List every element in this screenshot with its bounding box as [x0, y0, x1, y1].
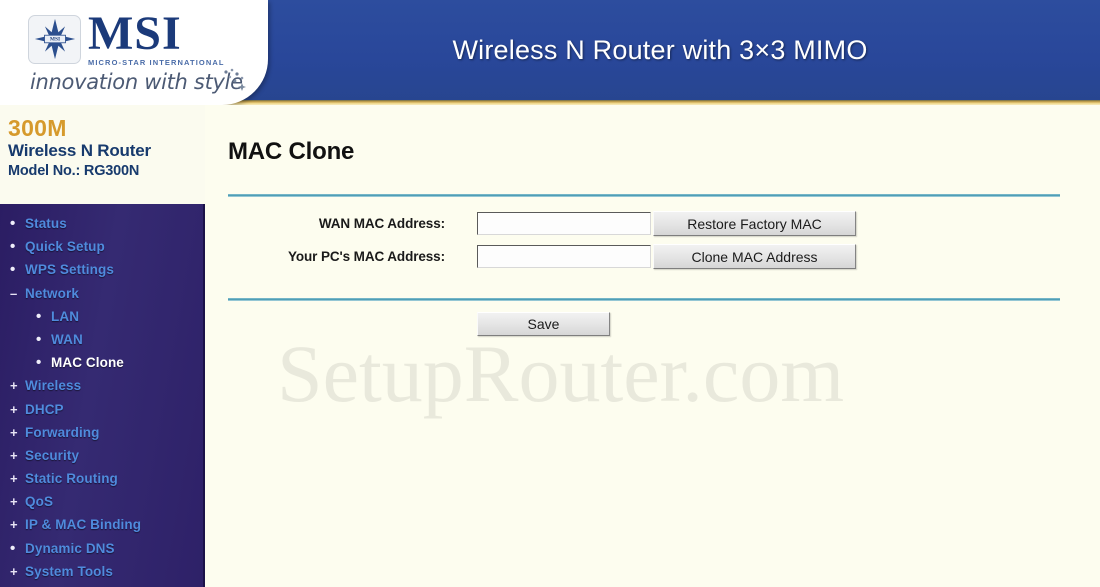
divider-top — [228, 194, 1060, 197]
sidebar-item-dynamic-dns[interactable]: • Dynamic DNS — [0, 541, 203, 564]
pc-mac-address-input[interactable] — [477, 245, 651, 268]
plus-marker-icon: + — [10, 401, 18, 417]
sidebar-item-label: Security — [25, 447, 80, 463]
sidebar: 300M Wireless N Router Model No.: RG300N… — [0, 105, 205, 587]
msi-star-shape-icon: MSI — [34, 19, 75, 60]
sidebar-item-lan[interactable]: • LAN — [0, 309, 203, 332]
dot-marker-icon: • — [10, 261, 16, 279]
sidebar-item-label: WPS Settings — [25, 262, 114, 278]
sidebar-item-label: DHCP — [25, 401, 64, 417]
sidebar-item-security[interactable]: + Security — [0, 448, 203, 471]
divider-bottom — [228, 298, 1060, 301]
clone-mac-address-button[interactable]: Clone MAC Address — [653, 244, 856, 269]
sidebar-item-label: QoS — [25, 494, 54, 510]
plus-marker-icon: + — [10, 378, 18, 394]
restore-factory-mac-button[interactable]: Restore Factory MAC — [653, 211, 856, 236]
sidebar-item-qos[interactable]: + QoS — [0, 494, 203, 517]
msi-tagline: innovation with style — [30, 70, 243, 94]
brand-logo-panel: MSI MSI MICRO-STAR INTERNATIONAL innovat… — [0, 0, 268, 105]
sidebar-item-wireless[interactable]: + Wireless — [0, 378, 203, 401]
sidebar-item-label: Dynamic DNS — [25, 540, 115, 556]
field-label: Your PC's MAC Address: — [287, 249, 445, 264]
msi-wordmark: MSI MICRO-STAR INTERNATIONAL — [88, 7, 225, 67]
product-model: Model No.: RG300N — [8, 162, 140, 179]
dot-marker-icon: • — [36, 307, 42, 325]
field-label: WAN MAC Address: — [318, 216, 445, 231]
msi-logo: MSI MSI MICRO-STAR INTERNATIONAL — [28, 7, 225, 67]
sidebar-item-system-tools[interactable]: + System Tools — [0, 564, 203, 587]
plus-marker-icon: + — [10, 563, 18, 579]
form-row: Your PC's MAC Address: Clone MAC Address — [205, 243, 1100, 276]
sidebar-item-label: WAN — [51, 331, 83, 347]
header-title: Wireless N Router with 3×3 MIMO — [452, 35, 868, 65]
sidebar-item-label: LAN — [51, 308, 80, 324]
sidebar-item-wan[interactable]: • WAN — [0, 332, 203, 355]
form-row: WAN MAC Address: Restore Factory MAC — [205, 210, 1100, 243]
dot-marker-icon: • — [10, 215, 16, 232]
msi-brand-text: MSI — [88, 7, 182, 60]
sidebar-item-quick-setup[interactable]: • Quick Setup — [0, 239, 203, 262]
sidebar-item-static-routing[interactable]: + Static Routing — [0, 471, 203, 494]
sidebar-product-info: 300M Wireless N Router Model No.: RG300N — [0, 105, 205, 204]
dot-marker-icon: • — [36, 354, 42, 372]
sidebar-item-label: IP & MAC Binding — [25, 517, 142, 533]
sparkle-dots-icon — [224, 68, 246, 91]
mac-clone-form: WAN MAC Address: Restore Factory MAC Your … — [205, 210, 1100, 276]
page-title: MAC Clone — [228, 138, 355, 165]
product-speed: 300M — [8, 115, 67, 141]
save-button[interactable]: Save — [477, 312, 610, 336]
sidebar-item-ip-mac-binding[interactable]: + IP & MAC Binding — [0, 517, 203, 540]
dot-marker-icon: • — [36, 330, 42, 348]
sidebar-item-network[interactable]: – Network — [0, 286, 203, 309]
sidebar-item-label: Status — [25, 216, 67, 231]
sidebar-item-label: Forwarding — [25, 424, 100, 440]
plus-marker-icon: + — [10, 471, 18, 487]
sidebar-item-dhcp[interactable]: + DHCP — [0, 402, 203, 425]
dot-marker-icon: • — [10, 539, 16, 557]
main-content: SetupRouter.com MAC Clone WAN MAC Addres… — [205, 105, 1100, 587]
sidebar-item-status[interactable]: • Status — [0, 216, 203, 239]
sidebar-item-label: Wireless — [25, 378, 82, 394]
plus-marker-icon: + — [10, 517, 18, 533]
minus-marker-icon: – — [10, 285, 18, 301]
site-watermark: SetupRouter.com — [277, 328, 845, 419]
sidebar-item-label: Static Routing — [25, 471, 118, 487]
plus-marker-icon: + — [10, 447, 18, 463]
plus-marker-icon: + — [10, 424, 18, 440]
sidebar-item-label: Quick Setup — [25, 239, 105, 255]
msi-star-emblem-icon: MSI — [28, 14, 81, 64]
sidebar-item-forwarding[interactable]: + Forwarding — [0, 425, 203, 448]
svg-text:MSI: MSI — [49, 37, 59, 43]
sidebar-item-label: System Tools — [25, 563, 113, 579]
wan-mac-address-input[interactable] — [477, 212, 651, 235]
msi-subtitle-text: MICRO-STAR INTERNATIONAL — [88, 57, 225, 67]
sidebar-item-label: Network — [25, 285, 79, 301]
router-admin-page: Wireless N Router with 3×3 MIMO MSI MSI … — [0, 0, 1100, 587]
sidebar-item-label: MAC Clone — [51, 355, 124, 371]
product-name: Wireless N Router — [8, 141, 151, 161]
plus-marker-icon: + — [10, 494, 18, 510]
sidebar-navigation: • Status • Quick Setup • WPS Settings – Network… — [0, 204, 205, 587]
sidebar-item-mac-clone[interactable]: • MAC Clone — [0, 355, 203, 378]
sidebar-item-wps-settings[interactable]: • WPS Settings — [0, 262, 203, 285]
dot-marker-icon: • — [10, 238, 16, 256]
